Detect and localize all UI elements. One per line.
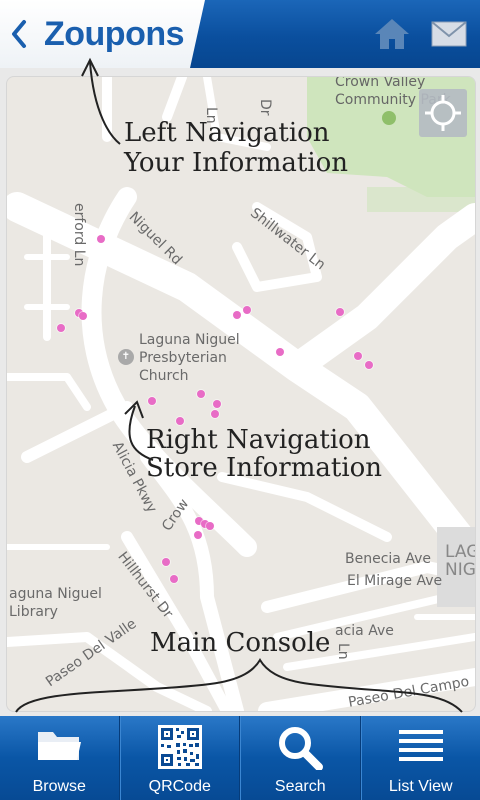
church-icon: ✝ — [118, 349, 134, 365]
tab-search-label: Search — [274, 778, 326, 795]
annotation-left-nav: Left Navigation Your Information — [124, 118, 349, 178]
tab-list-view-label: List View — [388, 778, 453, 795]
store-pin[interactable] — [213, 400, 221, 408]
store-pin[interactable] — [336, 308, 344, 316]
store-pin[interactable] — [206, 522, 214, 530]
crosshair-locate-icon — [425, 95, 461, 131]
store-pin[interactable] — [233, 311, 241, 319]
annotation-right-nav: Right Navigation Store Information — [146, 425, 383, 483]
label-dr-top: Dr — [257, 99, 273, 116]
logo-text: Zoupons — [44, 15, 185, 53]
label-acacia-ave: acia Ave — [335, 623, 394, 639]
tab-search[interactable]: Search — [240, 716, 361, 800]
store-pin[interactable] — [276, 348, 284, 356]
tab-browse-label: Browse — [32, 778, 86, 795]
locate-me-button[interactable] — [419, 89, 467, 137]
store-pin[interactable] — [243, 306, 251, 314]
store-pin[interactable] — [79, 312, 87, 320]
bottom-tab-bar: Browse QRCode Search List View — [0, 716, 480, 800]
main-console-brace — [15, 658, 463, 713]
tab-qrcode[interactable]: QRCode — [119, 716, 240, 800]
store-pin[interactable] — [197, 390, 205, 398]
qr-code-icon — [157, 725, 202, 769]
tab-list-view[interactable]: List View — [360, 716, 480, 800]
tab-browse[interactable]: Browse — [0, 716, 120, 800]
label-lag-edge: LAG NIG — [445, 542, 476, 580]
park-icon — [382, 111, 396, 125]
label-benecia-ave: Benecia Ave — [345, 551, 431, 567]
store-pin[interactable] — [176, 417, 184, 425]
mail-button[interactable] — [430, 20, 468, 48]
list-icon — [398, 730, 443, 761]
mail-icon — [431, 21, 467, 47]
home-button[interactable] — [373, 17, 411, 51]
home-icon — [375, 19, 409, 49]
label-el-mirage-ave: El Mirage Ave — [347, 573, 443, 589]
store-pin[interactable] — [170, 575, 178, 583]
store-pin[interactable] — [194, 531, 202, 539]
store-pin[interactable] — [57, 324, 65, 332]
store-pin[interactable] — [211, 410, 219, 418]
store-pin[interactable] — [97, 235, 105, 243]
label-erford-ln: erford Ln — [71, 203, 87, 267]
store-pin[interactable] — [354, 352, 362, 360]
back-button[interactable] — [6, 14, 34, 54]
annotation-main-console: Main Console — [150, 628, 331, 658]
tab-qrcode-label: QRCode — [148, 778, 211, 795]
label-library: aguna Niguel Library — [9, 586, 102, 620]
folder-icon — [38, 732, 82, 760]
store-pin[interactable] — [162, 558, 170, 566]
store-pin[interactable] — [365, 361, 373, 369]
chevron-left-icon — [12, 20, 26, 48]
magnifier-icon — [279, 727, 324, 770]
label-church: Laguna Niguel Presbyterian Church — [139, 332, 240, 384]
app-logo[interactable]: Zoupons — [44, 12, 185, 56]
